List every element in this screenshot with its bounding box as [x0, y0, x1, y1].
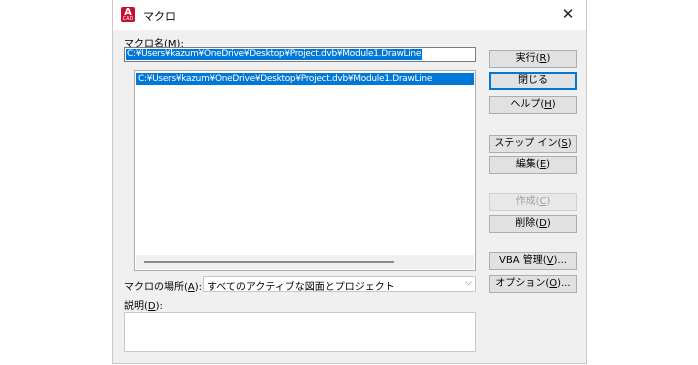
- edit-button[interactable]: 編集(E): [489, 156, 577, 174]
- horizontal-scrollbar[interactable]: [136, 255, 474, 269]
- window-title: マクロ: [143, 10, 176, 23]
- close-icon[interactable]: ✕: [554, 2, 582, 26]
- delete-button[interactable]: 削除(D): [489, 215, 577, 233]
- description-label: 説明(D):: [124, 301, 163, 312]
- macro-list[interactable]: C:¥Users¥kazum¥OneDrive¥Desktop¥Project.…: [134, 70, 476, 271]
- title-bar: A CAD マクロ ✕: [113, 0, 586, 30]
- step-in-button[interactable]: ステップ イン(S): [489, 135, 577, 153]
- macro-dialog: A CAD マクロ ✕ マクロ名(M): C:¥Users¥kazum¥OneD…: [112, 0, 587, 364]
- options-button[interactable]: オプション(O)...: [489, 275, 577, 293]
- location-selected: すべてのアクティブな図面とプロジェクト: [207, 282, 395, 293]
- run-button[interactable]: 実行(R): [489, 50, 577, 68]
- help-button[interactable]: ヘルプ(H): [489, 96, 577, 114]
- macro-name-value: C:¥Users¥kazum¥OneDrive¥Desktop¥Project.…: [126, 49, 423, 60]
- chevron-down-icon[interactable]: ⌵: [465, 278, 472, 288]
- location-label: マクロの場所(A):: [124, 282, 203, 293]
- autocad-app-icon: A CAD: [121, 7, 135, 22]
- description-field[interactable]: [124, 312, 476, 352]
- close-button[interactable]: 閉じる: [489, 72, 577, 90]
- create-button[interactable]: 作成(C): [489, 193, 577, 211]
- location-select[interactable]: すべてのアクティブな図面とプロジェクト ⌵: [203, 276, 476, 293]
- list-item[interactable]: C:¥Users¥kazum¥OneDrive¥Desktop¥Project.…: [136, 73, 474, 85]
- macro-name-input[interactable]: C:¥Users¥kazum¥OneDrive¥Desktop¥Project.…: [124, 47, 476, 62]
- vba-manager-button[interactable]: VBA 管理(V)...: [489, 252, 577, 270]
- scrollbar-thumb[interactable]: [144, 261, 394, 263]
